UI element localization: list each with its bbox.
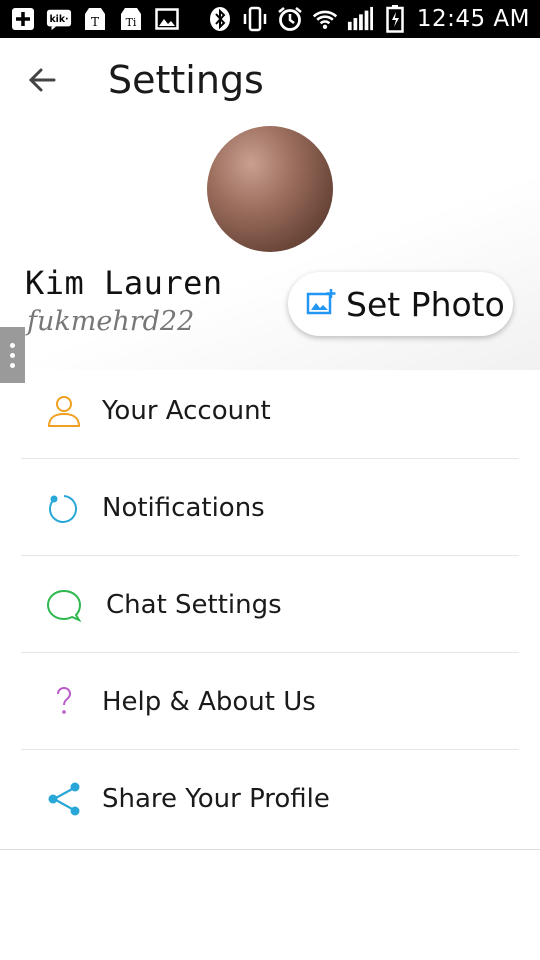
svg-text:Ti: Ti xyxy=(126,16,137,29)
menu-item-chat-settings[interactable]: Chat Settings xyxy=(0,556,540,653)
menu-label: Notifications xyxy=(102,492,265,523)
menu-item-notifications[interactable]: Notifications xyxy=(0,459,540,556)
profile-name: Kim Lauren xyxy=(25,264,223,302)
back-button[interactable] xyxy=(22,62,62,102)
profile-username: fukmehrd22 xyxy=(27,306,195,337)
menu-label: Chat Settings xyxy=(106,589,282,620)
set-photo-button[interactable]: Set Photo xyxy=(288,272,513,336)
status-bar: kik· T Ti 12:45 AM xyxy=(0,0,540,38)
menu-label: Share Your Profile xyxy=(102,783,330,814)
person-icon xyxy=(44,391,84,431)
svg-text:T: T xyxy=(91,15,99,29)
menu-label: Your Account xyxy=(102,395,271,426)
set-photo-label: Set Photo xyxy=(346,284,505,324)
app-header: Settings xyxy=(0,38,540,126)
status-bar-right: 12:45 AM xyxy=(207,5,530,33)
image-icon xyxy=(154,6,180,32)
divider xyxy=(0,849,540,850)
status-bar-left: kik· T Ti xyxy=(10,5,180,33)
plus-icon xyxy=(10,6,36,32)
signal-icon xyxy=(347,6,373,32)
svg-text:kik·: kik· xyxy=(49,14,68,25)
text-tag-icon: Ti xyxy=(118,6,144,32)
wifi-icon xyxy=(312,6,338,32)
vibrate-icon xyxy=(242,6,268,32)
battery-icon xyxy=(382,5,408,33)
profile-section: Kim Lauren fukmehrd22 Set Photo xyxy=(0,126,540,370)
question-icon xyxy=(44,682,84,722)
menu-item-help-about[interactable]: Help & About Us xyxy=(0,653,540,750)
share-icon xyxy=(44,779,84,819)
avatar[interactable] xyxy=(207,126,333,252)
menu-item-share-profile[interactable]: Share Your Profile xyxy=(0,750,540,847)
bluetooth-icon xyxy=(207,6,233,32)
menu-label: Help & About Us xyxy=(102,686,316,717)
notification-icon xyxy=(44,488,84,528)
text-tag-icon: T xyxy=(82,6,108,32)
kik-icon: kik· xyxy=(46,6,72,32)
arrow-left-icon xyxy=(27,65,57,100)
chat-bubble-icon xyxy=(44,585,84,625)
alarm-icon xyxy=(277,6,303,32)
add-photo-icon xyxy=(306,288,336,321)
settings-menu: Your Account Notifications Chat Settings… xyxy=(0,362,540,847)
page-title: Settings xyxy=(108,58,264,102)
menu-item-your-account[interactable]: Your Account xyxy=(0,362,540,459)
status-time: 12:45 AM xyxy=(416,6,530,32)
